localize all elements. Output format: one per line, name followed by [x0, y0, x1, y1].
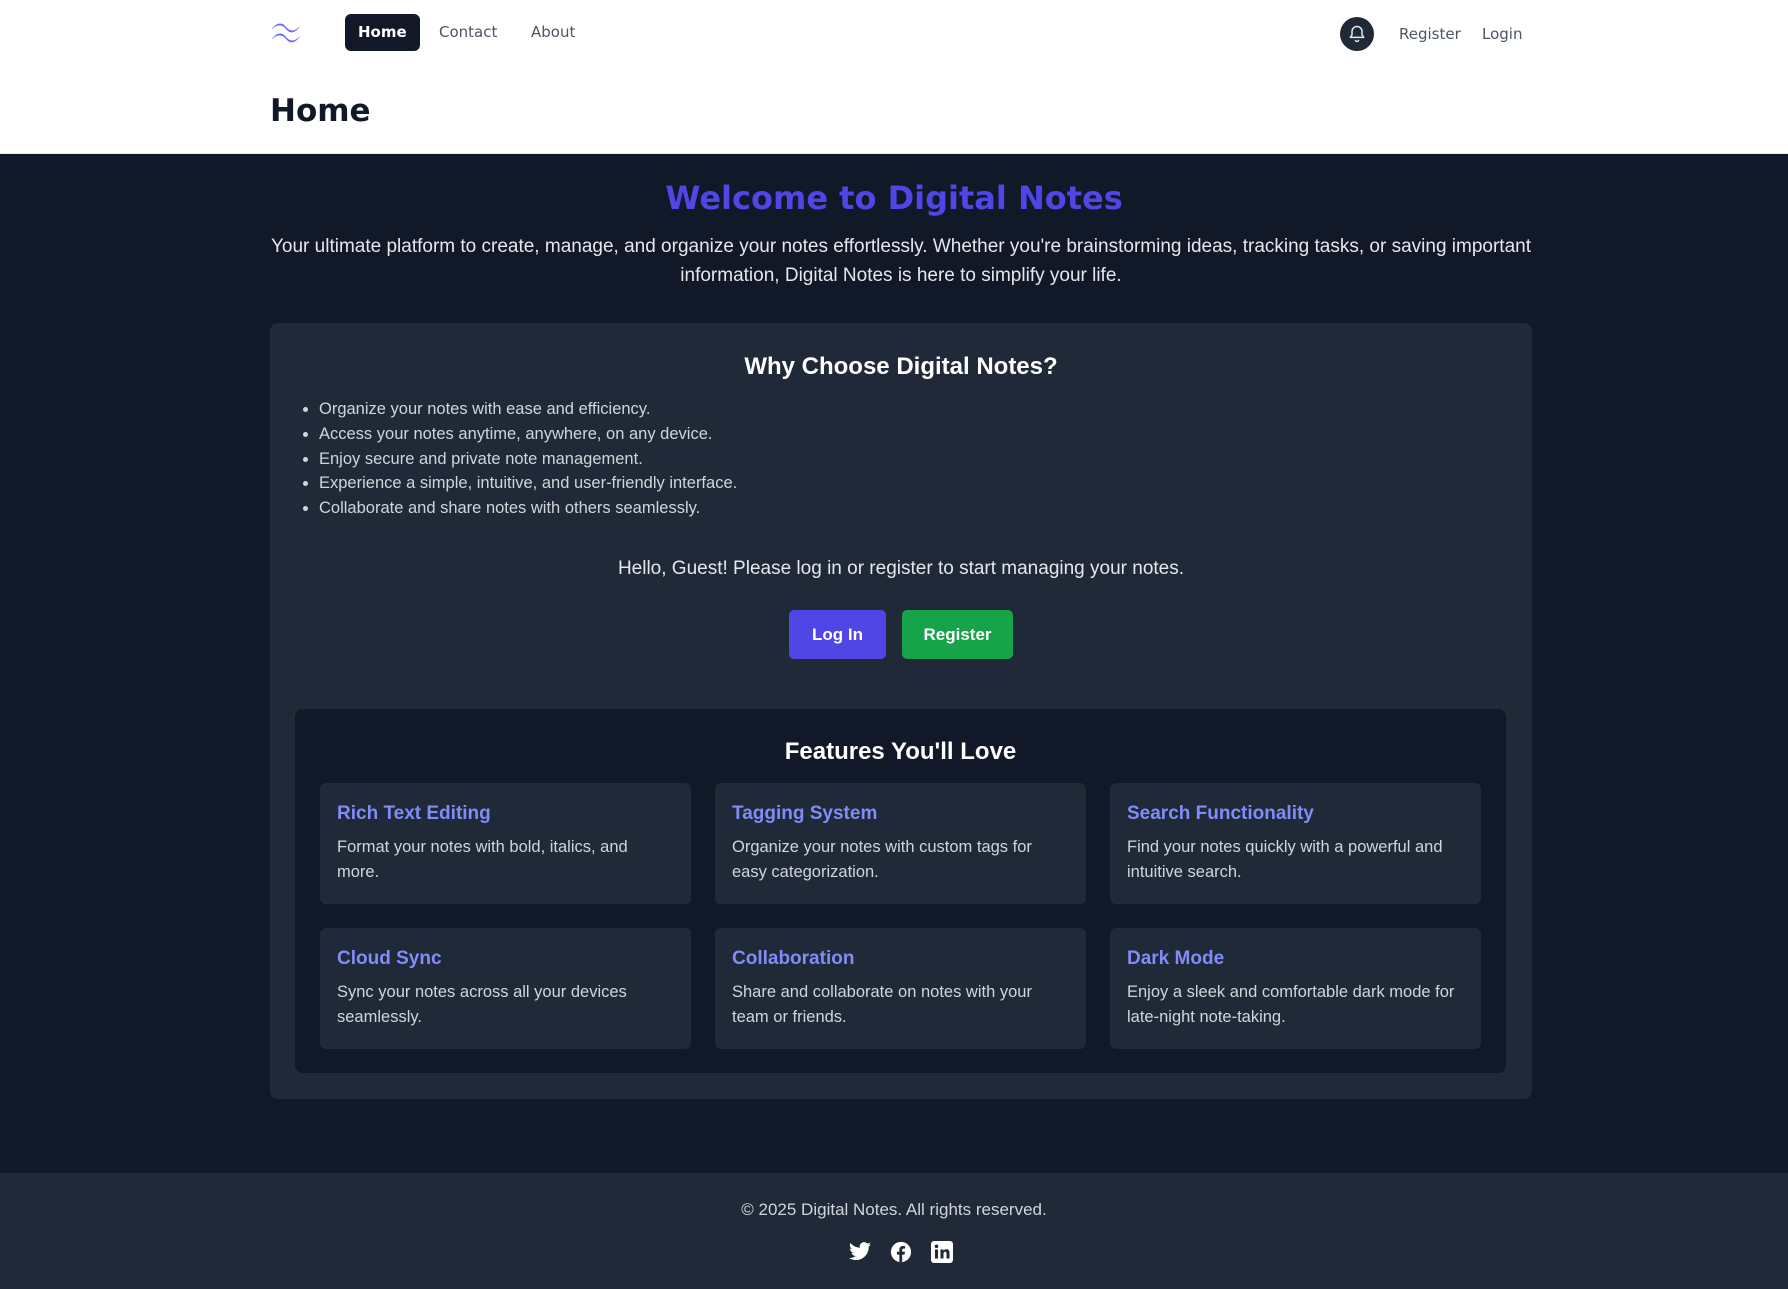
feature-title: Collaboration	[732, 948, 855, 969]
top-navbar: Home Contact About Register Login	[0, 0, 1788, 68]
feature-card-tagging: Tagging System Organize your notes with …	[715, 783, 1086, 904]
features-section: Features You'll Love Rich Text Editing F…	[295, 709, 1506, 1073]
footer: © 2025 Digital Notes. All rights reserve…	[0, 1173, 1788, 1289]
list-item: Experience a simple, intuitive, and user…	[319, 471, 737, 496]
list-item: Access your notes anytime, anywhere, on …	[319, 422, 737, 447]
feature-title: Dark Mode	[1127, 948, 1225, 969]
page-header: Home	[0, 68, 1788, 154]
nav-home-link[interactable]: Home	[345, 14, 420, 51]
nav-contact-link[interactable]: Contact	[426, 14, 510, 51]
list-item: Enjoy secure and private note management…	[319, 447, 737, 472]
feature-title: Tagging System	[732, 803, 878, 824]
why-choose-list: Organize your notes with ease and effici…	[319, 397, 737, 521]
guest-message: Hello, Guest! Please log in or register …	[617, 558, 1185, 579]
feature-card-collaboration: Collaboration Share and collaborate on n…	[715, 928, 1086, 1049]
linkedin-icon[interactable]	[929, 1239, 955, 1265]
bell-icon	[1349, 25, 1365, 43]
notifications-button[interactable]	[1340, 17, 1374, 51]
list-item: Organize your notes with ease and effici…	[319, 397, 737, 422]
nav-about-link[interactable]: About	[518, 14, 588, 51]
feature-title: Cloud Sync	[337, 948, 442, 969]
main-card: Why Choose Digital Notes? Organize your …	[270, 323, 1532, 1099]
feature-description: Organize your notes with custom tags for…	[732, 838, 1032, 881]
feature-card-search: Search Functionality Find your notes qui…	[1110, 783, 1481, 904]
nav-register-link[interactable]: Register	[1399, 22, 1461, 46]
log-in-button[interactable]: Log In	[789, 610, 886, 659]
feature-card-rich-text: Rich Text Editing Format your notes with…	[320, 783, 691, 904]
feature-card-cloud-sync: Cloud Sync Sync your notes across all yo…	[320, 928, 691, 1049]
copyright-text: © 2025 Digital Notes. All rights reserve…	[741, 1200, 1047, 1219]
feature-description: Format your notes with bold, italics, an…	[337, 838, 628, 881]
feature-description: Share and collaborate on notes with your…	[732, 983, 1032, 1026]
feature-title: Rich Text Editing	[337, 803, 491, 824]
feature-description: Enjoy a sleek and comfortable dark mode …	[1127, 983, 1455, 1026]
logo-icon[interactable]	[269, 20, 303, 46]
feature-title: Search Functionality	[1127, 803, 1314, 824]
features-title: Features You'll Love	[784, 738, 1017, 765]
nav-login-link[interactable]: Login	[1482, 22, 1522, 46]
list-item: Collaborate and share notes with others …	[319, 496, 737, 521]
hero-description: Your ultimate platform to create, manage…	[270, 236, 1531, 286]
feature-description: Sync your notes across all your devices …	[337, 983, 627, 1026]
page-title: Home	[270, 93, 371, 129]
feature-card-dark-mode: Dark Mode Enjoy a sleek and comfortable …	[1110, 928, 1481, 1049]
register-button[interactable]: Register	[902, 610, 1013, 659]
twitter-icon[interactable]	[847, 1239, 873, 1265]
feature-description: Find your notes quickly with a powerful …	[1127, 838, 1443, 881]
why-choose-title: Why Choose Digital Notes?	[744, 353, 1058, 380]
hero-title: Welcome to Digital Notes	[665, 179, 1123, 217]
facebook-icon[interactable]	[888, 1239, 914, 1265]
